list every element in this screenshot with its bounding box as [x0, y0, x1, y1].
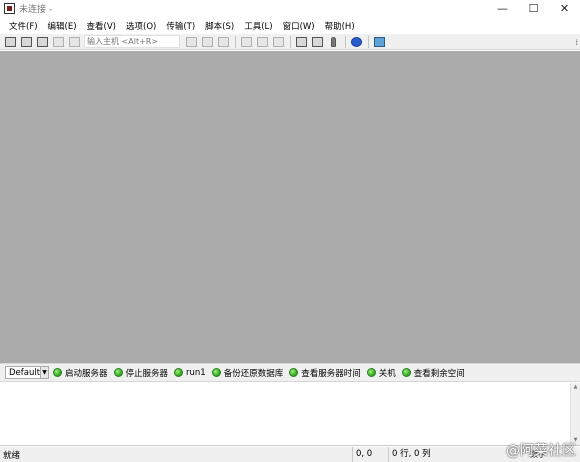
green-dot-icon: [401, 368, 411, 377]
print-setup-icon[interactable]: [256, 36, 269, 48]
chevron-down-icon[interactable]: ▼: [40, 367, 48, 378]
green-dot-icon: [113, 368, 123, 377]
find-icon[interactable]: [217, 36, 230, 48]
keymap-icon[interactable]: [327, 36, 340, 48]
status-ready: 就绪: [3, 451, 21, 461]
menu-help[interactable]: 帮助(H): [320, 20, 360, 32]
window-title: 未连接 -: [19, 5, 53, 15]
start-server-button[interactable]: 启动服务器: [53, 367, 108, 379]
green-dot-icon: [211, 368, 221, 377]
connect-tab-icon[interactable]: [36, 36, 49, 48]
menu-file[interactable]: 文件(F): [4, 20, 43, 32]
menu-window[interactable]: 窗口(W): [278, 20, 320, 32]
connect-icon[interactable]: [4, 36, 17, 48]
run1-label: run1: [186, 367, 206, 378]
free-space-label: 查看剩余空间: [413, 368, 465, 379]
status-row-col: 0 行, 0 列: [388, 447, 470, 462]
reconnect-icon[interactable]: [52, 36, 65, 48]
toolbar: ⁞: [0, 34, 580, 50]
start-server-label: 启动服务器: [65, 368, 108, 379]
shutdown-button[interactable]: 关机: [366, 367, 396, 379]
help-icon[interactable]: [350, 36, 363, 48]
close-button[interactable]: ✕: [549, 0, 580, 17]
session-workspace[interactable]: [0, 51, 580, 363]
green-dot-icon: [53, 368, 62, 377]
green-dot-icon: [366, 368, 376, 377]
server-time-label: 查看服务器时间: [301, 368, 361, 379]
button-bar: Default ▼ 启动服务器 停止服务器 run1 备份还原数据库 查看服务器…: [0, 363, 580, 382]
global-options-icon[interactable]: [311, 36, 324, 48]
command-window[interactable]: ▲ ▼: [0, 383, 580, 446]
window-controls: — ☐ ✕: [487, 0, 580, 17]
toolbar-separator: [235, 35, 236, 48]
button-bar-selector[interactable]: Default ▼: [5, 366, 49, 379]
host-input[interactable]: [84, 35, 180, 48]
free-space-button[interactable]: 查看剩余空间: [401, 367, 465, 379]
menu-bar: 文件(F) 编辑(E) 查看(V) 选项(O) 传输(T) 脚本(S) 工具(L…: [0, 17, 580, 34]
run1-button[interactable]: run1: [174, 368, 206, 378]
green-dot-icon: [289, 368, 299, 377]
menu-tools[interactable]: 工具(L): [239, 20, 277, 32]
title-bar: 未连接 - — ☐ ✕: [0, 0, 580, 17]
green-dot-icon: [174, 368, 184, 377]
scroll-up-icon[interactable]: ▲: [571, 383, 580, 392]
stop-server-label: 停止服务器: [125, 368, 169, 379]
maximize-button[interactable]: ☐: [518, 0, 549, 17]
watermark: @阿菜社区: [506, 443, 576, 459]
copy-icon[interactable]: [185, 36, 198, 48]
menu-transfer[interactable]: 传输(T): [161, 20, 200, 32]
server-time-button[interactable]: 查看服务器时间: [289, 367, 361, 379]
minimize-button[interactable]: —: [487, 0, 518, 17]
app-icon[interactable]: [4, 3, 15, 14]
menu-view[interactable]: 查看(V): [82, 20, 121, 32]
menu-script[interactable]: 脚本(S): [200, 20, 239, 32]
quick-connect-icon[interactable]: [20, 36, 33, 48]
status-bar: 就绪 0, 0 0 行, 0 列 数字 @阿菜社区: [0, 443, 580, 462]
command-window-scrollbar[interactable]: ▲ ▼: [570, 383, 580, 445]
disconnect-icon[interactable]: [68, 36, 81, 48]
menu-options[interactable]: 选项(O): [121, 20, 161, 32]
button-bar-selector-value: Default: [9, 367, 41, 378]
backup-restore-db-button[interactable]: 备份还原数据库: [211, 367, 284, 379]
shutdown-label: 关机: [378, 368, 396, 379]
paste-icon[interactable]: [201, 36, 214, 48]
toolbar-separator: [345, 35, 346, 48]
toolbar-grip-icon[interactable]: ⁞: [575, 38, 578, 47]
sftp-icon[interactable]: [373, 36, 386, 48]
status-cursor-position: 0, 0: [352, 447, 388, 462]
toolbar-separator: [368, 35, 369, 48]
session-options-icon[interactable]: [295, 36, 308, 48]
stop-server-button[interactable]: 停止服务器: [113, 367, 169, 379]
backup-restore-db-label: 备份还原数据库: [223, 368, 284, 379]
print-icon[interactable]: [240, 36, 253, 48]
menu-edit[interactable]: 编辑(E): [43, 20, 82, 32]
toolbar-separator: [290, 35, 291, 48]
print-screen-icon[interactable]: [272, 36, 285, 48]
